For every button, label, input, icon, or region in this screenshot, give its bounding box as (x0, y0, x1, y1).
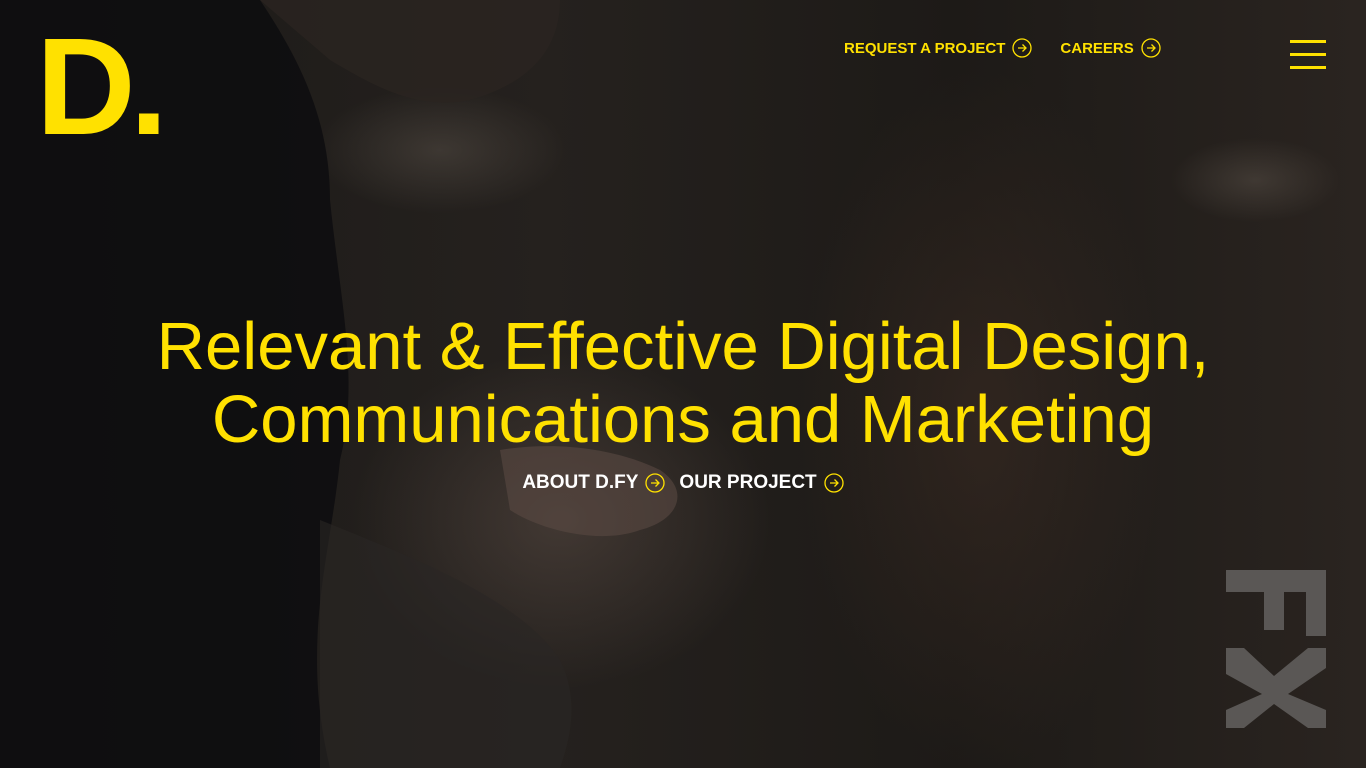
hamburger-menu-icon[interactable] (1290, 40, 1326, 70)
headline-line-2: Communications and Marketing (211, 382, 1155, 457)
hero-headline: Relevant & Effective Digital Design, Com… (0, 310, 1366, 456)
fy-side-mark (1226, 570, 1326, 728)
hero-section: D. REQUEST A PROJECT CAREERS Relevant & … (0, 0, 1366, 768)
our-project-label: OUR PROJECT (679, 472, 817, 493)
headline-line-1: Relevant & Effective Digital Design, (156, 309, 1210, 384)
request-project-link[interactable]: REQUEST A PROJECT (844, 38, 1033, 58)
our-project-link[interactable]: OUR PROJECT (679, 472, 844, 494)
hero-links: ABOUT D.FY OUR PROJECT (0, 472, 1366, 494)
logo[interactable]: D. (36, 18, 168, 156)
about-label: ABOUT D.FY (522, 472, 639, 493)
top-navigation: REQUEST A PROJECT CAREERS (844, 38, 1161, 58)
arrow-right-circle-icon (645, 473, 666, 493)
arrow-right-circle-icon (1141, 38, 1161, 58)
arrow-right-circle-icon (824, 473, 844, 493)
request-project-label: REQUEST A PROJECT (844, 39, 1006, 57)
arrow-right-circle-icon (1012, 38, 1033, 58)
careers-link[interactable]: CAREERS (1060, 38, 1161, 58)
about-link[interactable]: ABOUT D.FY (522, 472, 666, 494)
careers-label: CAREERS (1060, 39, 1134, 57)
